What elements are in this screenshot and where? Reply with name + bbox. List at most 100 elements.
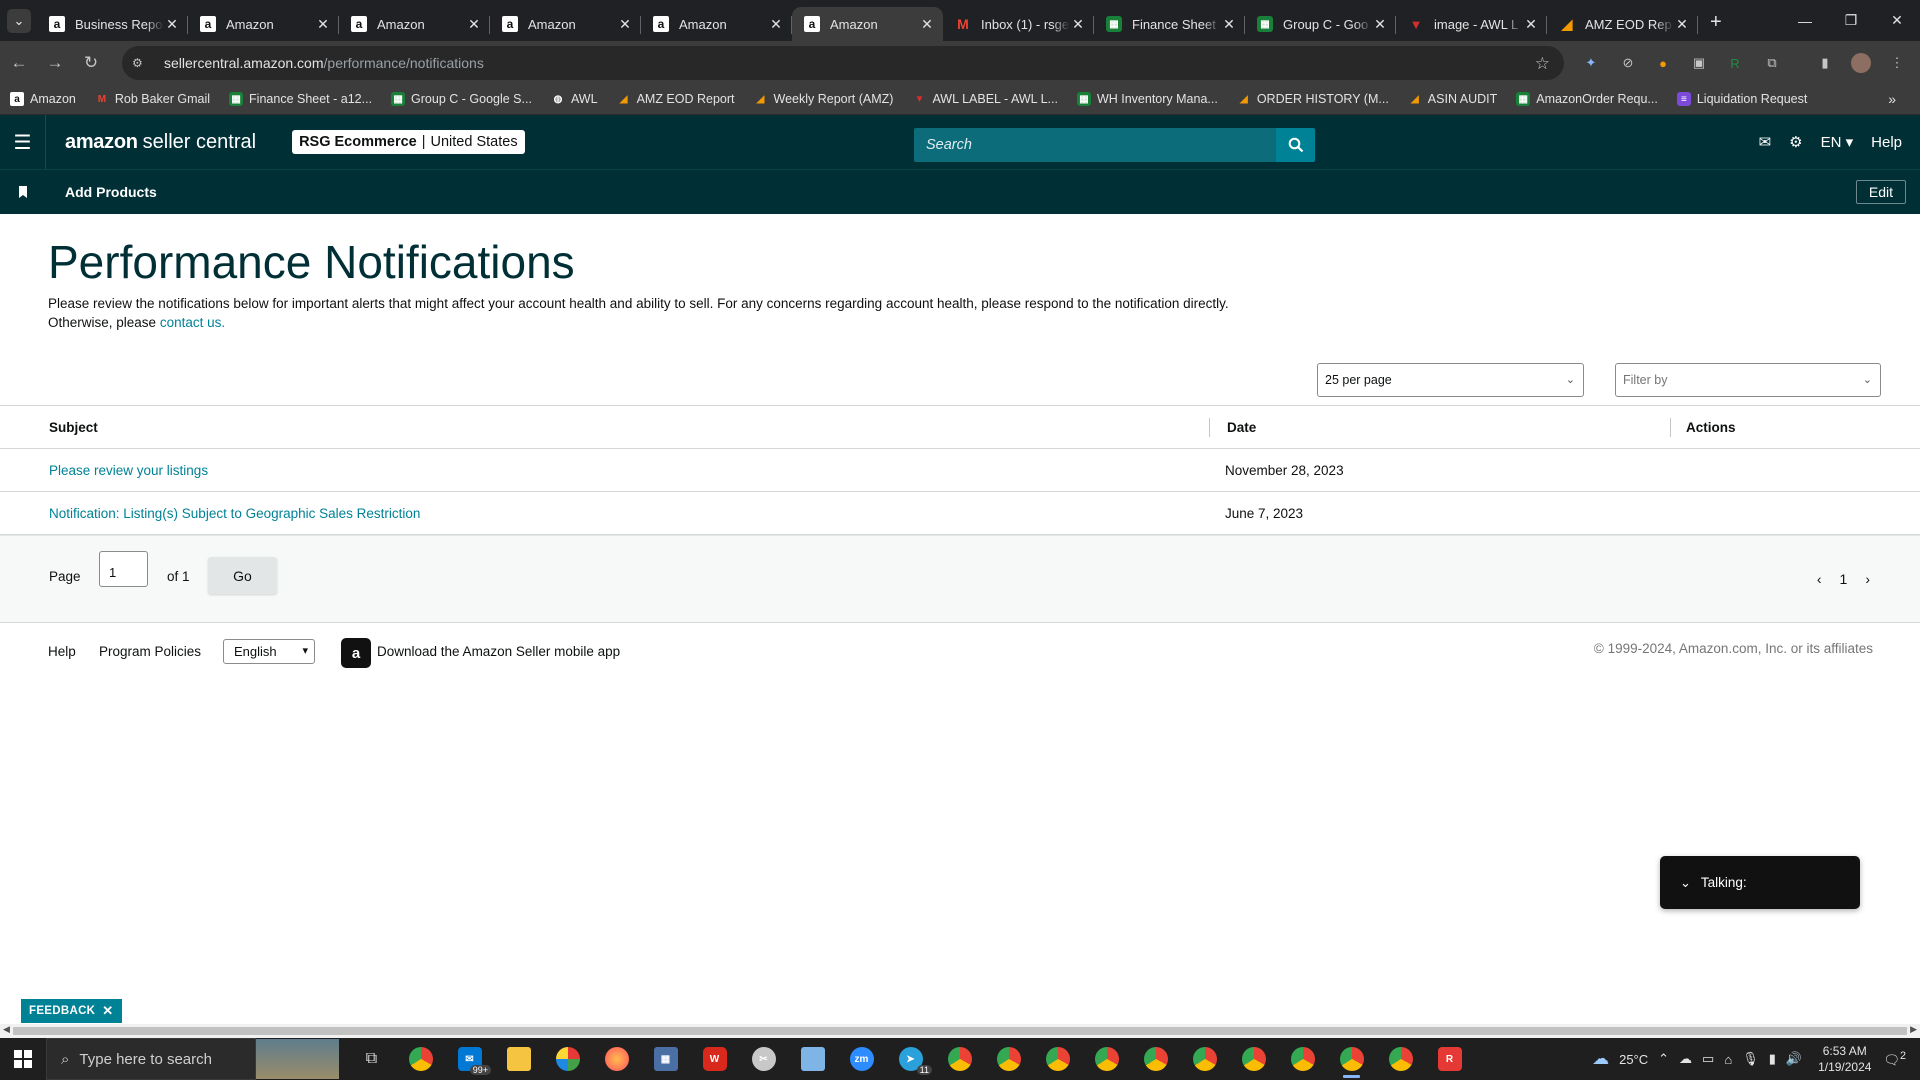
scroll-left-icon[interactable]: ◀: [3, 1024, 10, 1035]
volume-icon[interactable]: 🔊: [1786, 1051, 1802, 1067]
file-explorer-icon[interactable]: [494, 1038, 543, 1080]
more-bookmarks-icon[interactable]: »: [1888, 91, 1896, 107]
seller-central-logo[interactable]: amazon seller central: [65, 131, 256, 154]
app-r-icon[interactable]: R: [1425, 1038, 1474, 1080]
close-icon[interactable]: ✕: [164, 16, 180, 33]
browser-tab-active[interactable]: a Amazon ✕: [792, 7, 943, 41]
usb-icon[interactable]: ⌂: [1724, 1052, 1732, 1067]
close-icon[interactable]: ✕: [1070, 16, 1086, 33]
close-icon[interactable]: ✕: [466, 16, 482, 33]
edit-button[interactable]: Edit: [1855, 180, 1906, 204]
search-input[interactable]: [914, 137, 1276, 153]
bookmark-item[interactable]: ◢ Weekly Report (AMZ): [754, 92, 894, 106]
bookmark-icon[interactable]: [0, 186, 46, 198]
bookmark-item[interactable]: a Amazon: [10, 92, 76, 106]
page-number-input[interactable]: [99, 551, 148, 587]
browser-tab[interactable]: M Inbox (1) - rsge ✕: [943, 7, 1094, 41]
close-icon[interactable]: ✕: [1674, 16, 1690, 33]
minimize-icon[interactable]: —: [1782, 0, 1828, 41]
browser-tab[interactable]: a Amazon ✕: [188, 7, 339, 41]
close-icon[interactable]: ✕: [1221, 16, 1237, 33]
settings-gear-icon[interactable]: ⚙: [1789, 133, 1802, 151]
footer-help-link[interactable]: Help: [48, 644, 76, 659]
browser-tab[interactable]: ▼ image - AWL L ✕: [1396, 7, 1547, 41]
per-page-select[interactable]: 25 per page ⌄: [1317, 363, 1584, 397]
bookmark-item[interactable]: ▦ AmazonOrder Requ...: [1516, 92, 1658, 106]
page-number-current[interactable]: 1: [1840, 571, 1848, 587]
site-info-icon[interactable]: ⚙: [132, 56, 150, 70]
chrome-taskbar-icon[interactable]: [396, 1038, 445, 1080]
program-policies-link[interactable]: Program Policies: [99, 644, 201, 659]
network-off-icon[interactable]: ☁: [1679, 1051, 1692, 1067]
bookmark-item[interactable]: ≡ Liquidation Request: [1676, 92, 1807, 106]
bookmark-item[interactable]: ▦ Finance Sheet - a12...: [229, 92, 372, 106]
wps-office-icon[interactable]: W: [690, 1038, 739, 1080]
chrome-profile-icon[interactable]: [1033, 1038, 1082, 1080]
firefox-icon[interactable]: [592, 1038, 641, 1080]
column-header-date[interactable]: Date: [1209, 405, 1670, 449]
feedback-button[interactable]: FEEDBACK ✕: [21, 999, 122, 1023]
extension-image-icon[interactable]: ▣: [1689, 53, 1709, 73]
address-bar[interactable]: ⚙ sellercentral.amazon.com/performance/n…: [122, 46, 1564, 80]
account-switcher[interactable]: RSG Ecommerce | United States: [292, 130, 525, 154]
extension-icon[interactable]: ✦: [1581, 53, 1601, 73]
system-clock[interactable]: 6:53 AM 1/19/2024: [1818, 1043, 1871, 1075]
close-icon[interactable]: ✕: [1523, 16, 1539, 33]
close-icon[interactable]: ✕: [315, 16, 331, 33]
bookmark-star-icon[interactable]: ☆: [1535, 54, 1550, 74]
close-window-icon[interactable]: ✕: [1874, 0, 1920, 41]
close-icon[interactable]: ✕: [617, 16, 633, 33]
telegram-icon[interactable]: ➤ 11: [886, 1038, 935, 1080]
close-icon[interactable]: ✕: [102, 1003, 113, 1019]
chevron-down-icon[interactable]: ⌄: [1680, 875, 1691, 891]
browser-tab[interactable]: ▦ Finance Sheet ✕: [1094, 7, 1245, 41]
scrollbar-thumb[interactable]: [13, 1027, 1907, 1035]
bookmark-item[interactable]: ▼ AWL LABEL - AWL L...: [912, 92, 1057, 106]
bookmark-item[interactable]: ▦ WH Inventory Mana...: [1076, 92, 1218, 106]
chevron-right-icon[interactable]: ›: [1865, 571, 1870, 587]
browser-tab[interactable]: a Business Repor ✕: [37, 7, 188, 41]
close-icon[interactable]: ✕: [1372, 16, 1388, 33]
menu-kebab-icon[interactable]: ⋮: [1887, 53, 1907, 73]
chrome-profile-icon[interactable]: [1278, 1038, 1327, 1080]
bookmark-item[interactable]: M Rob Baker Gmail: [95, 92, 210, 106]
extension-off-icon[interactable]: ⊘: [1618, 53, 1638, 73]
zoom-icon[interactable]: zm: [837, 1038, 886, 1080]
bookmark-item[interactable]: ▦ Group C - Google S...: [391, 92, 532, 106]
bookmark-item[interactable]: ◢ AMZ EOD Report: [617, 92, 735, 106]
close-icon[interactable]: ✕: [768, 16, 784, 33]
browser-tab[interactable]: a Amazon ✕: [641, 7, 792, 41]
notifications-icon[interactable]: 🗨2: [1883, 1050, 1906, 1068]
display-icon[interactable]: ▭: [1702, 1051, 1714, 1067]
notification-subject-link[interactable]: Please review your listings: [49, 463, 208, 478]
browser-tab[interactable]: ▦ Group C - Goo ✕: [1245, 7, 1396, 41]
download-app-link[interactable]: Download the Amazon Seller mobile app: [377, 644, 620, 659]
chrome-profile-icon[interactable]: [1376, 1038, 1425, 1080]
mail-taskbar-icon[interactable]: ✉ 99+: [445, 1038, 494, 1080]
snipping-tool-icon[interactable]: ✂: [739, 1038, 788, 1080]
search-button[interactable]: [1276, 128, 1315, 162]
weather-cloud-icon[interactable]: ☁: [1592, 1049, 1609, 1069]
chrome-profile-icon[interactable]: [1229, 1038, 1278, 1080]
microphone-icon[interactable]: 🎙: [1742, 1051, 1759, 1067]
browser-tab[interactable]: a Amazon ✕: [339, 7, 490, 41]
chrome-profile-icon[interactable]: [1131, 1038, 1180, 1080]
task-view-icon[interactable]: ⧉: [347, 1038, 396, 1080]
color-app-icon[interactable]: [543, 1038, 592, 1080]
help-link[interactable]: Help: [1871, 134, 1902, 151]
url-text[interactable]: sellercentral.amazon.com/performance/not…: [164, 55, 484, 71]
horizontal-scrollbar[interactable]: ◀ ▶: [0, 1024, 1920, 1038]
side-panel-icon[interactable]: ▮: [1815, 53, 1835, 73]
hamburger-menu-icon[interactable]: ☰: [0, 115, 46, 169]
column-header-subject[interactable]: Subject: [0, 405, 1209, 449]
back-icon[interactable]: ←: [2, 46, 36, 80]
browser-tab[interactable]: ◢ AMZ EOD Rep ✕: [1547, 7, 1698, 41]
chrome-profile-icon[interactable]: [1082, 1038, 1131, 1080]
notification-subject-link[interactable]: Notification: Listing(s) Subject to Geog…: [49, 506, 420, 521]
profile-avatar[interactable]: [1851, 53, 1871, 73]
mail-icon[interactable]: ✉: [1759, 133, 1772, 151]
chrome-active-icon[interactable]: [1327, 1038, 1376, 1080]
extensions-puzzle-icon[interactable]: ⧉: [1762, 53, 1782, 73]
go-button[interactable]: Go: [208, 557, 277, 594]
forward-icon[interactable]: →: [38, 46, 72, 80]
